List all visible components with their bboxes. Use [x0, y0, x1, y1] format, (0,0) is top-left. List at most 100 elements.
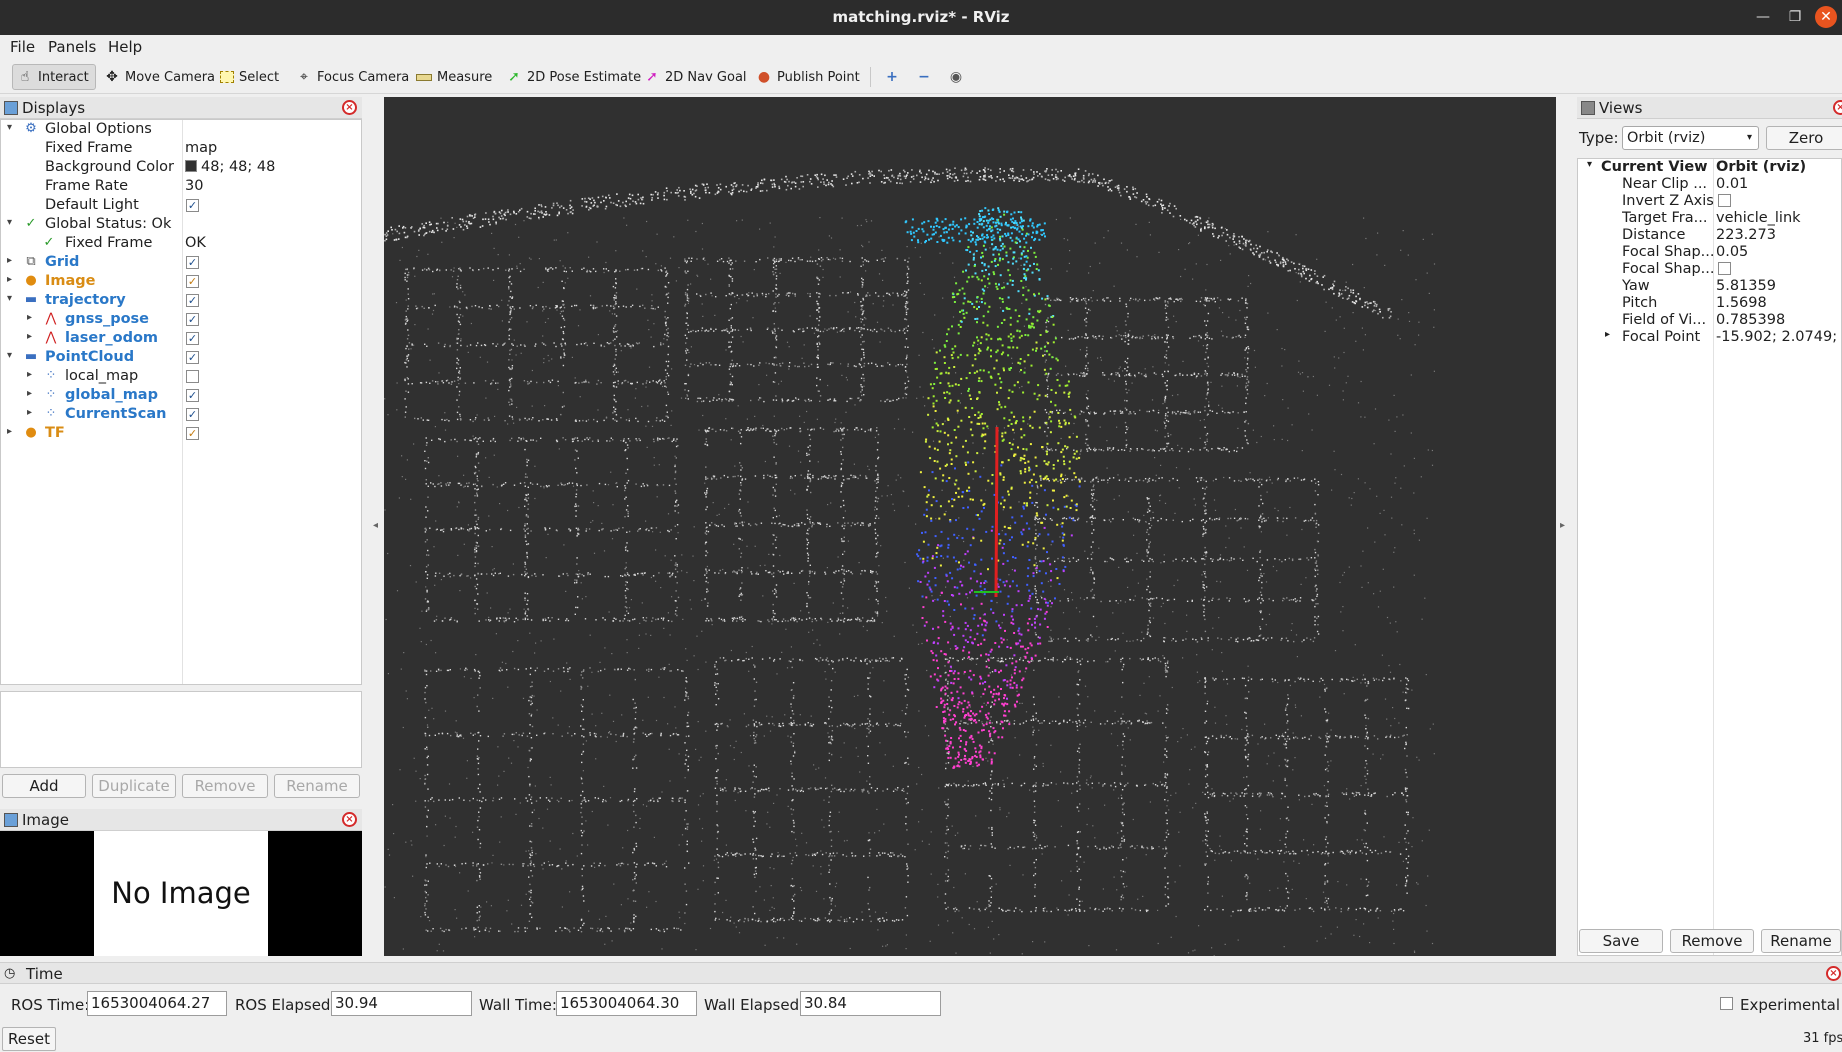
prop-invert-z[interactable]: Invert Z Axis [1578, 193, 1842, 210]
tree-row-current-scan[interactable]: ▸ ⁘ CurrentScan ✓ [1, 406, 361, 425]
collapse-right-arrow-icon[interactable]: ▸ [1560, 520, 1565, 531]
wall-time-field[interactable]: 1653004064.30 [556, 991, 697, 1016]
collapsed-arrow-icon[interactable]: ▸ [7, 426, 19, 437]
tree-row-background-color[interactable]: Background Color 48; 48; 48 [1, 159, 361, 178]
tf-checkbox[interactable]: ✓ [186, 427, 199, 440]
prop-target-frame[interactable]: Target Fra... vehicle_link [1578, 210, 1842, 227]
collapsed-arrow-icon[interactable]: ▸ [7, 274, 19, 285]
collapsed-arrow-icon[interactable]: ▸ [27, 369, 39, 380]
prop-focal-shape-fixed[interactable]: Focal Shap... [1578, 261, 1842, 278]
ros-elapsed-field[interactable]: 30.94 [331, 991, 472, 1016]
tree-row-image[interactable]: ▸ ● Image ✓ [1, 273, 361, 292]
image-checkbox[interactable]: ✓ [186, 275, 199, 288]
add-display-button[interactable]: Add [2, 774, 86, 798]
reset-button[interactable]: Reset [2, 1027, 56, 1051]
tree-row-status-fixed-frame[interactable]: ✓ Fixed Frame OK [1, 235, 361, 254]
expanded-arrow-icon[interactable]: ▾ [7, 350, 19, 361]
expanded-arrow-icon[interactable]: ▾ [7, 122, 19, 133]
tree-row-global-status[interactable]: ▾ ✓ Global Status: Ok [1, 216, 361, 235]
tree-row-global-options[interactable]: ▾ ⚙ Global Options [1, 121, 361, 140]
prop-field-of-view[interactable]: Field of Vi... 0.785398 [1578, 312, 1842, 329]
gnss-pose-checkbox[interactable]: ✓ [186, 313, 199, 326]
pointcloud-icon: ⁘ [45, 406, 57, 421]
collapsed-arrow-icon[interactable]: ▸ [27, 312, 39, 323]
collapsed-arrow-icon[interactable]: ▸ [27, 388, 39, 399]
local-map-checkbox[interactable] [186, 370, 199, 383]
menu-file[interactable]: File [10, 38, 35, 56]
publish-point-tool-button[interactable]: ● Publish Point [752, 64, 864, 90]
render-viewport[interactable] [384, 97, 1556, 956]
global-map-checkbox[interactable]: ✓ [186, 389, 199, 402]
crosshair-icon: ⌖ [300, 69, 308, 85]
add-tool-button[interactable]: + [880, 64, 904, 90]
close-window-icon[interactable]: ✕ [1815, 6, 1837, 28]
focus-camera-tool-button[interactable]: ⌖ Focus Camera [292, 64, 413, 90]
move-camera-tool-button[interactable]: ✥ Move Camera [100, 64, 219, 90]
chevron-down-icon: ▾ [1746, 132, 1752, 143]
rename-view-button[interactable]: Rename [1761, 929, 1841, 953]
collapsed-arrow-icon[interactable]: ▸ [27, 407, 39, 418]
close-panel-icon[interactable]: × [1833, 100, 1842, 115]
tree-row-grid[interactable]: ▸ ⧉ Grid ✓ [1, 254, 361, 273]
select-tool-button[interactable]: Select [216, 64, 283, 90]
collapsed-arrow-icon[interactable]: ▸ [27, 331, 39, 342]
tree-row-laser-odom[interactable]: ▸ ⋀ laser_odom ✓ [1, 330, 361, 349]
grid-checkbox[interactable]: ✓ [186, 256, 199, 269]
collapse-left-arrow-icon[interactable]: ◂ [373, 520, 378, 531]
point-cloud-render[interactable] [384, 97, 1556, 956]
laser-odom-checkbox[interactable]: ✓ [186, 332, 199, 345]
tree-row-local-map[interactable]: ▸ ⁘ local_map [1, 368, 361, 387]
default-light-checkbox[interactable]: ✓ [186, 199, 199, 212]
experimental-checkbox[interactable] [1720, 997, 1733, 1010]
view-type-label: Type: [1579, 129, 1619, 147]
trajectory-checkbox[interactable]: ✓ [186, 294, 199, 307]
maximize-icon[interactable]: ❐ [1784, 6, 1806, 28]
tree-row-gnss-pose[interactable]: ▸ ⋀ gnss_pose ✓ [1, 311, 361, 330]
image-view: No Image [0, 831, 362, 956]
nav-goal-tool-button[interactable]: ➚ 2D Nav Goal [640, 64, 751, 90]
prop-focal-shape-size[interactable]: Focal Shap... 0.05 [1578, 244, 1842, 261]
pointcloud-checkbox[interactable]: ✓ [186, 351, 199, 364]
tree-row-pointcloud[interactable]: ▾ ▬ PointCloud ✓ [1, 349, 361, 368]
measure-tool-button[interactable]: Measure [412, 64, 496, 90]
prop-current-view[interactable]: ▾ Current View Orbit (rviz) [1578, 159, 1842, 176]
close-panel-icon[interactable]: × [1826, 966, 1841, 981]
tree-row-tf[interactable]: ▸ ● TF ✓ [1, 425, 361, 444]
minimize-icon[interactable]: — [1752, 6, 1774, 28]
remove-display-button[interactable]: Remove [182, 774, 268, 798]
expanded-arrow-icon[interactable]: ▾ [1587, 159, 1592, 170]
tree-row-global-map[interactable]: ▸ ⁘ global_map ✓ [1, 387, 361, 406]
duplicate-display-button[interactable]: Duplicate [92, 774, 176, 798]
prop-yaw[interactable]: Yaw 5.81359 [1578, 278, 1842, 295]
tree-row-default-light[interactable]: Default Light ✓ [1, 197, 361, 216]
close-panel-icon[interactable]: × [342, 812, 357, 827]
expanded-arrow-icon[interactable]: ▾ [7, 293, 19, 304]
remove-tool-button[interactable]: − [912, 64, 936, 90]
wall-elapsed-field[interactable]: 30.84 [800, 991, 941, 1016]
menu-panels[interactable]: Panels [48, 38, 96, 56]
prop-focal-point[interactable]: ▸ Focal Point -15.902; 2.0749; ... [1578, 329, 1842, 346]
collapsed-arrow-icon[interactable]: ▸ [7, 255, 19, 266]
tree-row-fixed-frame[interactable]: Fixed Frame map [1, 140, 361, 159]
remove-view-button[interactable]: Remove [1670, 929, 1754, 953]
menu-help[interactable]: Help [108, 38, 142, 56]
invert-z-checkbox[interactable] [1718, 194, 1731, 207]
pose-estimate-tool-button[interactable]: ➚ 2D Pose Estimate [502, 64, 645, 90]
close-panel-icon[interactable]: × [342, 100, 357, 115]
current-scan-checkbox[interactable]: ✓ [186, 408, 199, 421]
save-view-button[interactable]: Save [1579, 929, 1663, 953]
prop-pitch[interactable]: Pitch 1.5698 [1578, 295, 1842, 312]
camera-type-button[interactable]: ◉ [944, 64, 968, 90]
prop-distance[interactable]: Distance 223.273 [1578, 227, 1842, 244]
tree-row-trajectory[interactable]: ▾ ▬ trajectory ✓ [1, 292, 361, 311]
rename-display-button[interactable]: Rename [274, 774, 360, 798]
view-type-select[interactable]: Orbit (rviz) ▾ [1622, 126, 1759, 150]
focal-shape-fixed-checkbox[interactable] [1718, 262, 1731, 275]
prop-near-clip[interactable]: Near Clip ... 0.01 [1578, 176, 1842, 193]
ros-time-field[interactable]: 1653004064.27 [87, 991, 227, 1016]
interact-tool-button[interactable]: ☝ Interact [12, 64, 96, 90]
tree-row-frame-rate[interactable]: Frame Rate 30 [1, 178, 361, 197]
collapsed-arrow-icon[interactable]: ▸ [1605, 329, 1610, 340]
expanded-arrow-icon[interactable]: ▾ [7, 217, 19, 228]
zero-view-button[interactable]: Zero [1766, 126, 1842, 150]
